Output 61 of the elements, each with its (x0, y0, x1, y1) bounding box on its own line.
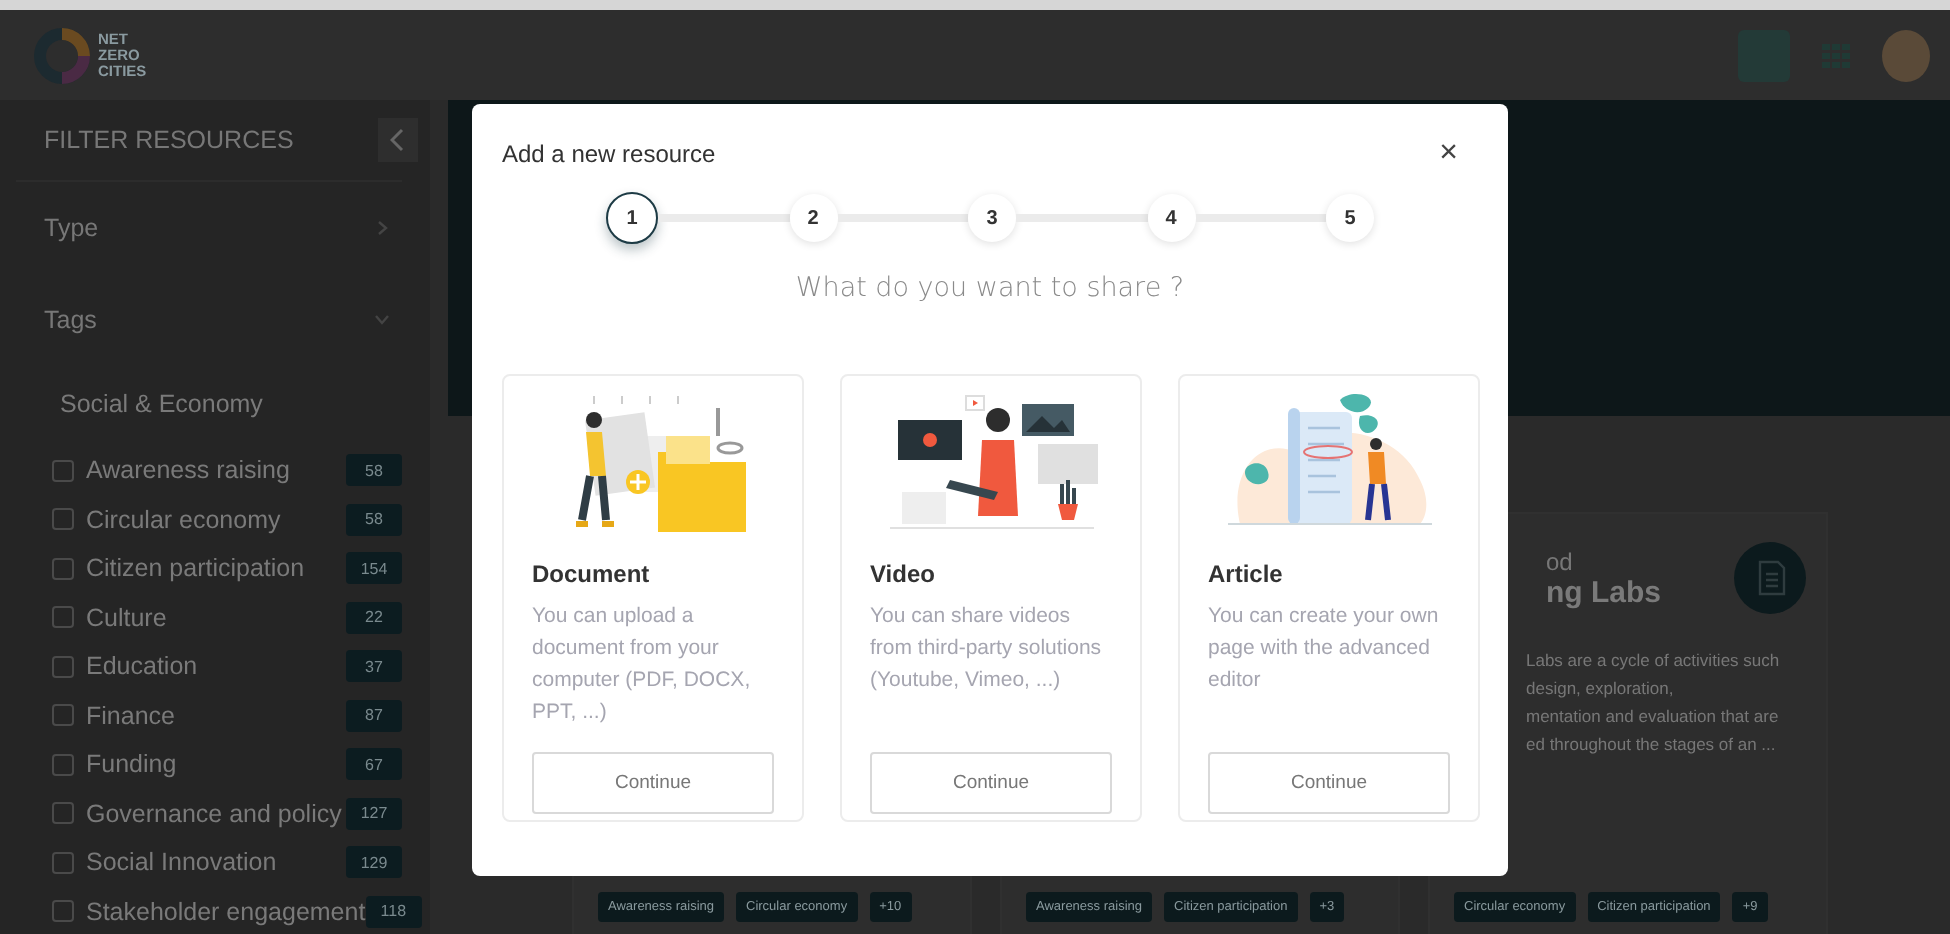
option-description: You can share videos from third-party solutions (Youtube, Vimeo, ...) (870, 602, 1104, 696)
tag-count: 22 (346, 601, 402, 634)
tag-count: 58 (346, 454, 402, 487)
checkbox[interactable] (52, 753, 74, 776)
option-title: Document (532, 560, 652, 588)
checkbox[interactable] (52, 459, 74, 482)
checkbox[interactable] (52, 606, 74, 629)
tag-label[interactable]: Stakeholder engagement (86, 897, 366, 926)
tag-label[interactable]: Citizen participation (86, 554, 346, 583)
checkbox[interactable] (52, 851, 74, 874)
resource-type: od (1546, 547, 1575, 575)
resource-description: design, exploration, (1526, 676, 1676, 702)
tag-count: 154 (346, 552, 402, 585)
checkbox[interactable] (52, 704, 74, 727)
collapse-button[interactable] (378, 118, 418, 162)
tag-label[interactable]: Funding (86, 750, 346, 779)
user-avatar[interactable] (1882, 29, 1930, 81)
tag-count: 129 (346, 846, 402, 879)
resource-title: ng Labs (1546, 575, 1662, 609)
tag-label[interactable]: Awareness raising (86, 456, 346, 485)
tag-count: 118 (365, 895, 422, 928)
continue-button[interactable]: Continue (532, 752, 774, 814)
sidebar-title: FILTER RESOURCES (42, 126, 294, 154)
option-description: You can upload a document from your computer (PDF, DOCX, PPT, ...) (532, 602, 753, 728)
tag-label[interactable]: Culture (86, 603, 346, 632)
continue-button[interactable]: Continue (1208, 752, 1450, 814)
resource-description: Labs are a cycle of activities such (1526, 648, 1782, 674)
filter-section[interactable]: Type (16, 182, 402, 274)
step-indicator: 1 (606, 192, 658, 244)
step-indicator: 3 (968, 194, 1016, 242)
tag-count: 58 (346, 503, 402, 536)
checkbox[interactable] (52, 655, 74, 678)
checkbox[interactable] (52, 557, 74, 580)
resource-description: ed throughout the stages of an ... (1526, 732, 1778, 758)
tag-label[interactable]: Finance (86, 701, 346, 730)
checkbox[interactable] (52, 900, 74, 923)
tag-label[interactable]: Education (86, 652, 346, 681)
step-indicator: 4 (1147, 194, 1195, 242)
option-title: Video (870, 560, 937, 588)
dialog-question: What do you want to share ? (793, 272, 1187, 304)
filter-section[interactable]: Tags (16, 274, 402, 366)
chevron-left-icon (390, 128, 406, 152)
tag-count: 87 (346, 699, 402, 732)
option-title: Article (1208, 560, 1285, 588)
resource-description: mentation and evaluation that are (1526, 704, 1781, 730)
checkbox[interactable] (52, 802, 74, 825)
tag-count: 127 (346, 797, 402, 830)
tag-group-heading: Social & Economy (58, 388, 265, 422)
tag-label[interactable]: Social Innovation (86, 848, 346, 877)
step-indicator: 5 (1326, 194, 1374, 242)
tag-label[interactable]: Circular economy (86, 505, 346, 534)
tag-label[interactable]: Governance and policy (86, 799, 346, 828)
tag-count: 37 (346, 650, 402, 683)
continue-button[interactable]: Continue (870, 752, 1112, 814)
logo-ring-icon (32, 25, 92, 85)
dialog-title: Add a new resource (502, 140, 716, 168)
tag-count: 67 (346, 748, 402, 781)
step-indicator: 2 (789, 194, 837, 242)
document-icon (1734, 542, 1806, 614)
close-button[interactable]: × (1439, 138, 1478, 170)
checkbox[interactable] (52, 508, 74, 531)
